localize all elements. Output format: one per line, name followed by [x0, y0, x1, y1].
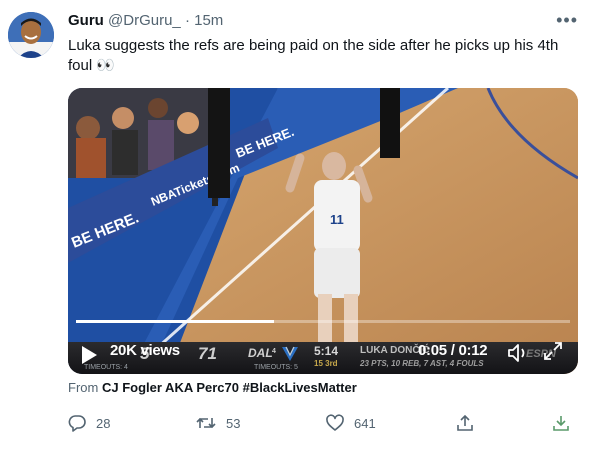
tweet-actions: 28 53 641 — [68, 414, 578, 438]
source-prefix: From — [68, 380, 99, 395]
video-time-separator: / — [450, 342, 455, 359]
tweet-header: Guru @DrGuru_ · 15m — [68, 12, 223, 29]
tweet-timestamp[interactable]: 15m — [194, 12, 223, 29]
video-frame: BE HERE. NBATickets.com BE HERE. 11 — [68, 88, 578, 374]
retweet-button[interactable]: 53 — [196, 414, 240, 432]
ticker-timeouts-left: TIMEOUTS: 4 — [84, 364, 128, 371]
video-timecode: 0:05 / 0:12 — [418, 342, 488, 359]
reply-button[interactable]: 28 — [68, 414, 110, 432]
video-source: From CJ Fogler AKA Perc70 #BlackLivesMat… — [68, 380, 357, 395]
video-player[interactable]: BE HERE. NBATickets.com BE HERE. 11 5 71 — [68, 88, 578, 374]
reply-icon — [68, 415, 86, 432]
ticker-home-seed: 4 — [272, 348, 276, 355]
play-icon[interactable] — [82, 346, 97, 364]
more-icon[interactable]: ••• — [556, 10, 578, 31]
video-view-count: 20K views — [110, 342, 180, 359]
tweet-text: Luka suggests the refs are being paid on… — [68, 37, 559, 74]
analytics-icon — [553, 416, 569, 431]
video-current-time: 0:05 — [418, 342, 447, 359]
volume-icon[interactable] — [506, 342, 530, 364]
source-account-link[interactable]: CJ Fogler AKA Perc70 #BlackLivesMatter — [102, 380, 357, 395]
video-progress-bar[interactable] — [76, 320, 570, 323]
share-icon — [457, 414, 473, 431]
video-duration: 0:12 — [458, 342, 488, 359]
like-icon — [326, 414, 344, 431]
user-handle[interactable]: @DrGuru_ — [108, 12, 181, 29]
display-name[interactable]: Guru — [68, 12, 104, 29]
retweet-icon — [196, 417, 216, 429]
ticker-home-abbr: DAL — [248, 346, 273, 360]
share-button[interactable] — [456, 414, 474, 432]
fullscreen-icon[interactable] — [542, 340, 564, 362]
separator-dot: · — [184, 12, 190, 29]
tweet-card[interactable]: Guru @DrGuru_ · 15m ••• Luka suggests th… — [0, 0, 600, 449]
ticker-clock: 5:14 — [314, 344, 339, 358]
ticker-opponent-score: 71 — [198, 344, 217, 363]
reply-count: 28 — [96, 415, 111, 431]
analytics-button[interactable] — [552, 414, 570, 432]
video-progress-fill — [76, 320, 274, 323]
retweet-count: 53 — [226, 415, 241, 431]
like-button[interactable]: 641 — [326, 414, 376, 432]
avatar[interactable] — [8, 12, 54, 58]
like-count: 641 — [354, 415, 376, 431]
jersey-number: 11 — [330, 212, 344, 227]
ticker-quarter: 15 3rd — [314, 359, 338, 368]
ticker-timeouts-right: TIMEOUTS: 5 — [254, 364, 298, 371]
ticker-player-stats: 23 PTS, 10 REB, 7 AST, 4 FOULS — [360, 359, 484, 368]
mavericks-logo-icon — [282, 346, 298, 361]
